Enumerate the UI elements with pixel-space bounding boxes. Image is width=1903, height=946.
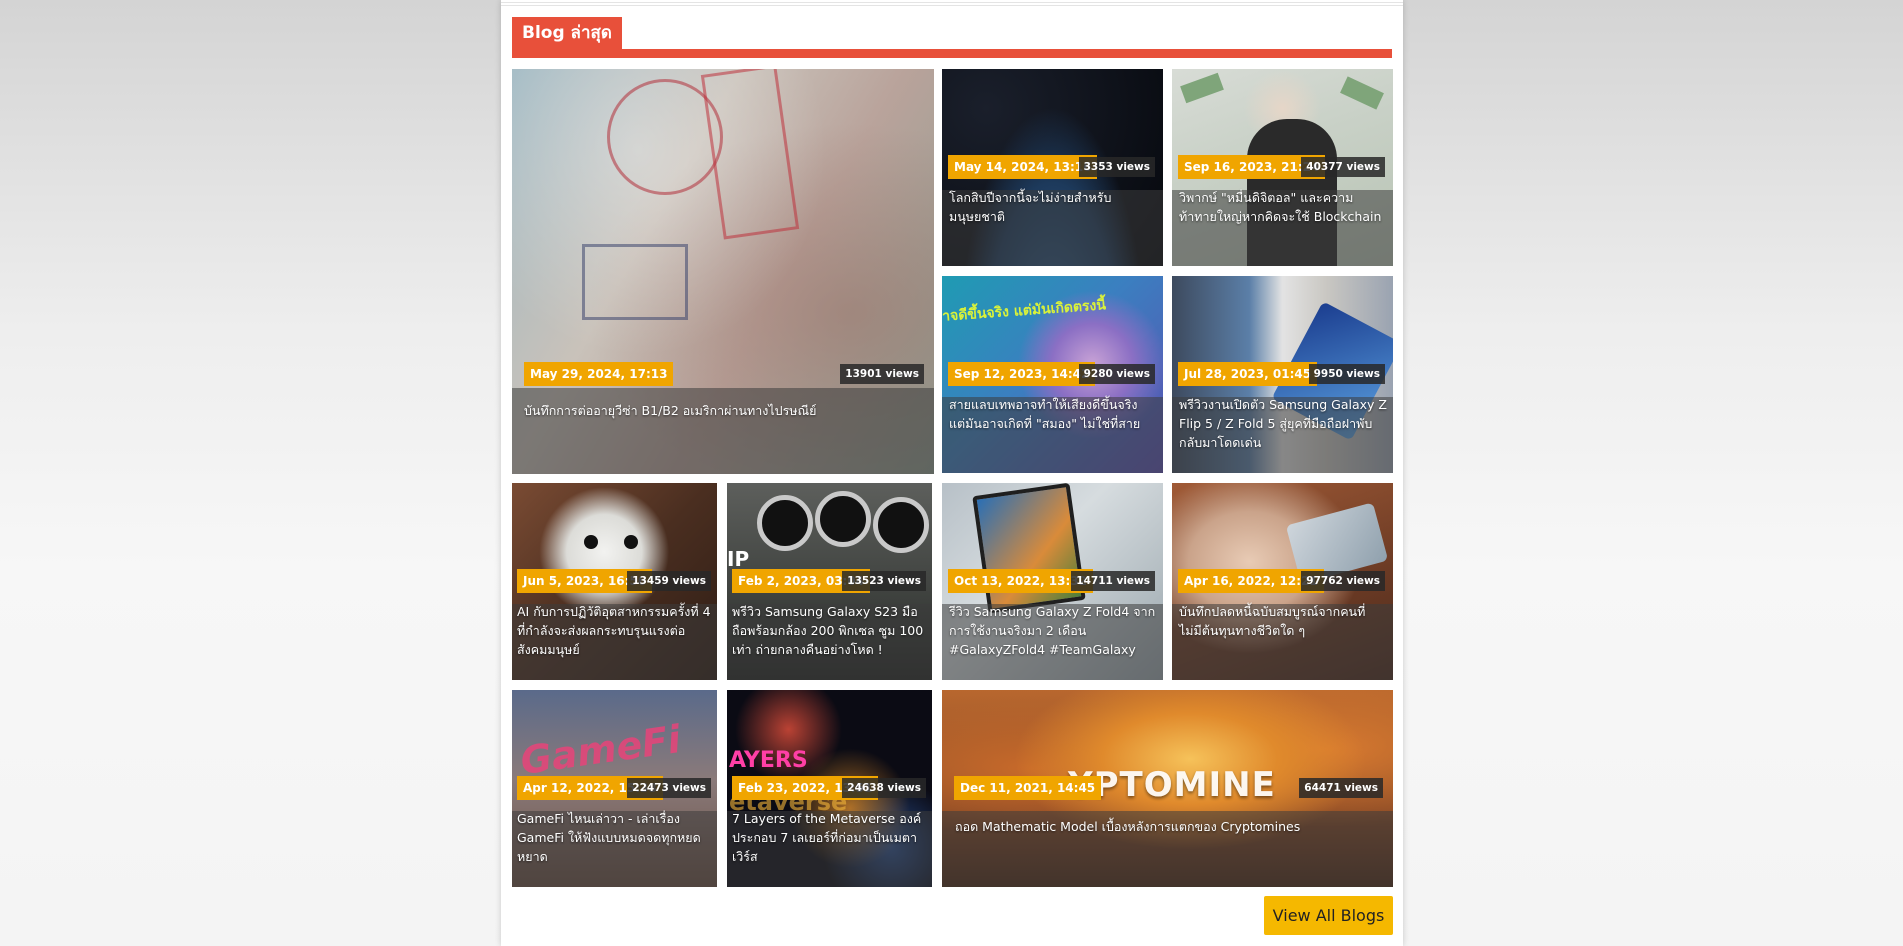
card-views-badge: 9280 views bbox=[1078, 364, 1155, 384]
card-views-badge: 13459 views bbox=[627, 571, 711, 591]
card-title[interactable]: พรีวิว Samsung Galaxy S23 มือถือพร้อมกล้… bbox=[732, 602, 927, 659]
camera-lens-graphic bbox=[815, 491, 871, 547]
card-title[interactable]: รีวิว Samsung Galaxy Z Fold4 จากการใช้งา… bbox=[949, 602, 1157, 659]
card-date-badge: May 14, 2024, 13:16 bbox=[948, 155, 1098, 179]
blog-card[interactable]: Jun 5, 2023, 16:56 13459 views AI กับการ… bbox=[512, 483, 717, 680]
card-views-badge: 13901 views bbox=[840, 364, 924, 384]
blog-card[interactable]: AYERS etaverse Feb 23, 2022, 13:51 24638… bbox=[727, 690, 932, 887]
blog-card[interactable]: าจดีขึ้นจริง แต่มันเกิดตรงนี้ Sep 12, 20… bbox=[942, 276, 1163, 473]
blog-card[interactable]: GameFi Apr 12, 2022, 15:38 22473 views G… bbox=[512, 690, 717, 887]
card-views-badge: 64471 views bbox=[1299, 778, 1383, 798]
blog-section: Blog ล่าสุด May 29, 2024, 17:13 13901 vi… bbox=[501, 0, 1403, 946]
blog-card[interactable]: May 14, 2024, 13:16 3353 views โลกสิบปีจ… bbox=[942, 69, 1163, 266]
card-title[interactable]: วิพากษ์ "หมื่นดิจิตอล" และความท้าทายใหญ่… bbox=[1179, 188, 1387, 226]
card-views-badge: 9950 views bbox=[1308, 364, 1385, 384]
card-title[interactable]: ถอด Mathematic Model เบื้องหลังการแตกของ… bbox=[955, 817, 1385, 836]
card-title[interactable]: AI กับการปฏิวัติอุตสาหกรรมครั้งที่ 4 ที่… bbox=[517, 602, 712, 659]
card-title[interactable]: บันทึกปลดหนี้ฉบับสมบูรณ์จากคนที่ไม่มีต้น… bbox=[1179, 602, 1387, 640]
section-title: Blog ล่าสุด bbox=[512, 17, 622, 50]
image-headline-text: AYERS bbox=[729, 748, 808, 773]
card-views-badge: 13523 views bbox=[842, 571, 926, 591]
section-title-bar bbox=[512, 49, 1392, 58]
card-title[interactable]: พรีวิวงานเปิดตัว Samsung Galaxy Z Flip 5… bbox=[1179, 395, 1387, 452]
card-date-badge: Jul 28, 2023, 01:45 bbox=[1178, 362, 1318, 386]
top-divider bbox=[501, 2, 1403, 8]
card-views-badge: 22473 views bbox=[627, 778, 711, 798]
card-title[interactable]: 7 Layers of the Metaverse องค์ประกอบ 7 เ… bbox=[732, 809, 927, 866]
card-views-badge: 14711 views bbox=[1071, 571, 1155, 591]
blog-card[interactable]: May 29, 2024, 17:13 13901 views บันทึกกา… bbox=[512, 69, 934, 474]
card-views-badge: 97762 views bbox=[1301, 571, 1385, 591]
card-date-badge: Sep 12, 2023, 14:42 bbox=[948, 362, 1096, 386]
card-date-badge: May 29, 2024, 17:13 bbox=[524, 362, 674, 386]
camera-lens-graphic bbox=[757, 495, 813, 551]
blog-card[interactable]: Apr 16, 2022, 12:21 97762 views บันทึกปล… bbox=[1172, 483, 1393, 680]
card-title[interactable]: สายแลบเทพอาจทำให้เสียงดีขึ้นจริง แต่มันอ… bbox=[949, 395, 1157, 433]
blog-card[interactable]: Oct 13, 2022, 13:32 14711 views รีวิว Sa… bbox=[942, 483, 1163, 680]
card-title[interactable]: โลกสิบปีจากนี้จะไม่ง่ายสำหรับมนุษยชาติ bbox=[949, 188, 1154, 226]
card-views-badge: 24638 views bbox=[842, 778, 926, 798]
robot-eye-graphic bbox=[584, 535, 598, 549]
blog-card[interactable]: Sep 16, 2023, 21:24 40377 views วิพากษ์ … bbox=[1172, 69, 1393, 266]
camera-lens-graphic bbox=[873, 497, 929, 553]
blog-card[interactable]: Jul 28, 2023, 01:45 9950 views พรีวิวงาน… bbox=[1172, 276, 1393, 473]
card-views-badge: 3353 views bbox=[1078, 157, 1155, 177]
card-title[interactable]: GameFi ไหนเล่าวา - เล่าเรื่อง GameFi ให้… bbox=[517, 809, 712, 866]
image-headline-text: IP bbox=[727, 547, 750, 571]
tablet-graphic bbox=[972, 483, 1086, 614]
blog-card[interactable]: IP Feb 2, 2023, 03:04 13523 views พรีวิว… bbox=[727, 483, 932, 680]
view-all-blogs-button[interactable]: View All Blogs bbox=[1264, 896, 1393, 935]
blog-card[interactable]: YPTOMINE Dec 11, 2021, 14:45 64471 views… bbox=[942, 690, 1393, 887]
card-title[interactable]: บันทึกการต่ออายุวีซ่า B1/B2 อเมริกาผ่านท… bbox=[524, 401, 924, 420]
card-date-badge: Dec 11, 2021, 14:45 bbox=[954, 776, 1102, 800]
card-views-badge: 40377 views bbox=[1301, 157, 1385, 177]
robot-eye-graphic bbox=[624, 535, 638, 549]
stamp-graphic bbox=[582, 244, 688, 320]
